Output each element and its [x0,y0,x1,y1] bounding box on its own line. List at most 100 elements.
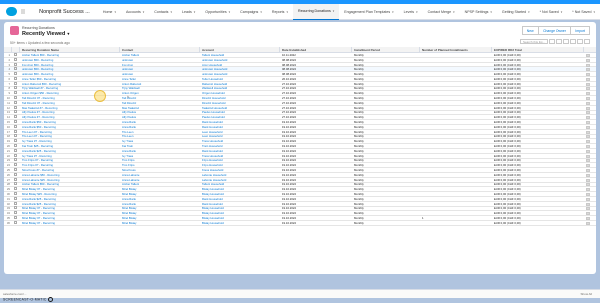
row-checkbox[interactable] [14,86,17,90]
row-menu-icon[interactable]: ▾ [586,121,590,125]
table-row[interactable]: 36 Mirel Bistay #7 - Recurring Mirel Bista… [4,220,596,226]
cell-account[interactable]: Bistay Household [200,206,280,210]
cell-account[interactable]: Bistay Household [200,211,280,215]
cell-contact[interactable]: Mirel Bistay [120,206,200,210]
row-menu-icon[interactable]: ▾ [586,92,590,96]
cell-account[interactable]: Bistay Household [200,192,280,196]
settings-gear-icon[interactable] [549,39,555,44]
cell-account[interactable]: Tallent Household [200,53,280,57]
cell-name[interactable]: Alfy Paulus #7 - Recurring [20,115,120,119]
cell-name[interactable]: Mirel Bistay #7 - Recurring [20,211,120,215]
cell-name[interactable]: Fox Aron $50 - Recurring [20,63,120,67]
row-menu-icon[interactable]: ▾ [586,73,590,77]
chevron-down-icon[interactable]: ▾ [490,10,492,14]
chevron-down-icon[interactable]: ▾ [229,10,231,14]
row-menu-icon[interactable]: ▾ [586,173,590,177]
cell-contact[interactable]: Fox Aron [120,63,200,67]
cell-contact[interactable]: Ivy Trass [120,139,200,143]
row-menu-icon[interactable]: ▾ [586,130,590,134]
row-menu-icon[interactable]: ▾ [586,140,590,144]
row-menu-icon[interactable]: ▾ [586,58,590,62]
cell-account[interactable]: Rank Household [200,202,280,206]
row-checkbox[interactable] [14,72,17,76]
list-view-title[interactable]: Recently Viewed ▾ [22,31,69,37]
row-checkbox[interactable] [14,81,17,85]
cell-contact[interactable]: Tino Fripo [120,163,200,167]
chevron-down-icon[interactable]: ▾ [333,9,335,13]
chevron-down-icon[interactable]: ▾ [286,10,288,14]
row-menu-icon[interactable]: ▾ [586,87,590,91]
cell-contact[interactable]: Anton Ortgen [120,91,200,95]
cell-contact[interactable]: Mirel Bistay [120,187,200,191]
row-checkbox[interactable] [14,220,17,224]
column-header[interactable]: Contact [120,46,200,53]
list-action-button[interactable]: New [521,26,539,35]
row-checkbox[interactable] [14,168,17,172]
cell-name[interactable]: Ivy Trass #7 - Recurring [20,139,120,143]
cell-name[interactable]: unknown $50 - Recurring [20,72,120,76]
cell-account[interactable]: Train Household [200,144,280,148]
inline-edit-icon[interactable]: ✎ [127,95,130,99]
cell-name[interactable]: Mirel Bistay $25 - Recurring [20,192,120,196]
cell-name[interactable]: Kai Train $25 - Recurring [20,144,120,148]
row-menu-icon[interactable]: ▾ [586,159,590,163]
nav-tab[interactable]: Home ▾ [98,4,121,20]
row-menu-icon[interactable]: ▾ [586,183,590,187]
cell-name[interactable]: Anna Labonte $25 - Recurring [20,178,120,182]
cell-account[interactable]: Rank Household [200,125,280,129]
cell-name[interactable]: Anna Rank $50 - Recurring [20,125,120,129]
cell-name[interactable]: Mirel Bistay #7 - Recurring [20,221,120,225]
cell-contact[interactable]: Anna Rank [120,120,200,124]
nav-tab[interactable]: Contact Merge ▾ [423,4,460,20]
row-menu-icon[interactable]: ▾ [586,154,590,158]
cell-account[interactable]: Rabensit Household [200,82,280,86]
cell-name[interactable]: Tino Fripo #7 - Recurring [20,158,120,162]
cell-contact[interactable]: Alfy Paulus [120,110,200,114]
edit-pencil-icon[interactable] [570,39,576,44]
cell-name[interactable]: Anna Labonte $50 - Recurring [20,173,120,177]
list-action-button[interactable]: Change Owner [538,26,571,35]
row-menu-icon[interactable]: ▾ [586,202,590,206]
cell-account[interactable]: Paulus Household [200,110,280,114]
row-checkbox[interactable] [14,120,17,124]
cell-name[interactable]: Tilo Leen #7 - Recurring [20,134,120,138]
cell-contact[interactable]: Anton Rabensit [120,82,200,86]
nav-tab[interactable]: Contacts ▾ [149,4,177,20]
cell-contact[interactable]: Anne Teller [120,77,200,81]
row-menu-icon[interactable]: ▾ [586,77,590,81]
row-checkbox[interactable] [14,134,17,138]
cell-name[interactable]: Tijny Waldwell #7 - Recurring [20,86,120,90]
nav-tab[interactable]: Opportunities ▾ [200,4,235,20]
row-checkbox[interactable] [14,172,17,176]
cell-contact[interactable]: unknown [120,67,200,71]
chevron-down-icon[interactable]: ▾ [561,10,563,14]
row-menu-icon[interactable]: ▾ [586,135,590,139]
column-header[interactable]: EXPIRED RD2 Total [492,46,584,53]
nav-tab[interactable]: * Not Saved ▾ [567,4,600,20]
cell-account[interactable]: Directiz Household [200,101,280,105]
refresh-icon[interactable] [563,39,569,44]
cell-name[interactable]: unknown $50 - Recurring [20,67,120,71]
cell-account[interactable]: Bistay Household [200,187,280,191]
row-menu-icon[interactable]: ▾ [586,82,590,86]
row-checkbox[interactable] [14,196,17,200]
row-checkbox[interactable] [14,153,17,157]
row-checkbox[interactable] [14,163,17,167]
row-checkbox[interactable] [14,158,17,162]
cell-contact[interactable]: Ivy Trass [120,154,200,158]
column-header[interactable]: Recurring Donation Name [20,46,120,53]
column-header[interactable]: Account [200,46,280,53]
column-header[interactable]: Number of Planned Installments [420,46,492,53]
row-checkbox[interactable] [14,177,17,181]
column-header[interactable]: Installment Period [352,46,420,53]
cell-account[interactable]: Labonte Household [200,173,280,177]
chevron-down-icon[interactable]: ▾ [194,10,196,14]
cell-name[interactable]: Ivy Trass #7 - Recurring [20,154,120,158]
chevron-down-icon[interactable]: ▾ [528,10,530,14]
row-checkbox[interactable] [14,105,17,109]
row-checkbox[interactable] [14,187,17,191]
row-menu-icon[interactable]: ▾ [586,63,590,67]
row-checkbox[interactable] [14,201,17,205]
cell-name[interactable]: Amber Tallent $50 - Recurring [20,53,120,57]
row-menu-icon[interactable]: ▾ [586,188,590,192]
